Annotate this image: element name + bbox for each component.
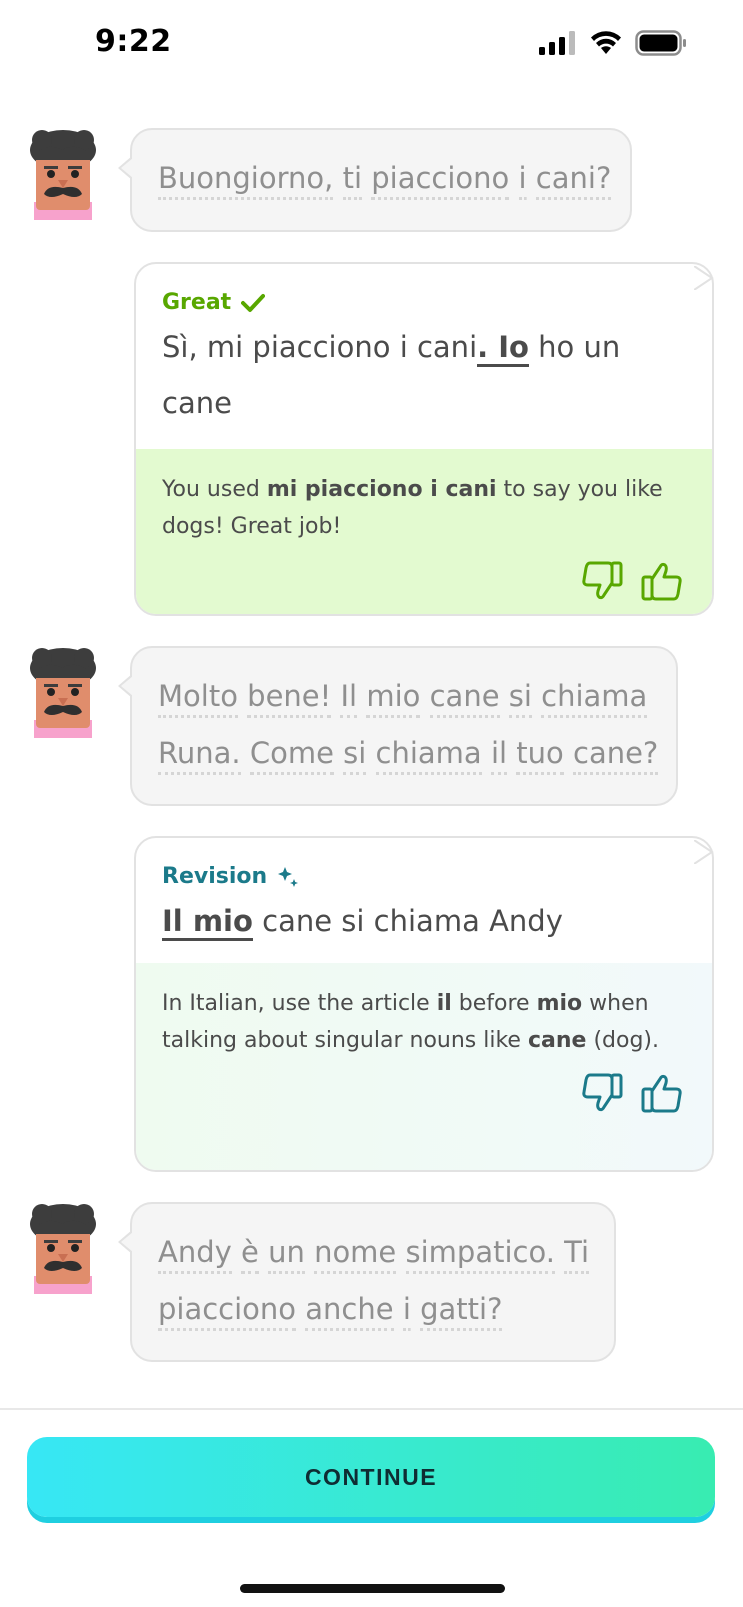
corrected-word: Il mio [162, 904, 253, 941]
avatar [28, 646, 98, 738]
rating-buttons [162, 557, 686, 605]
feedback-highlight: il [436, 991, 452, 1016]
battery-icon [635, 30, 686, 56]
user-message: Sì, mi piacciono i cani. Io ho un cane [162, 319, 686, 431]
hint-word[interactable]: chiama [375, 736, 482, 775]
character-speech-bubble: Molto bene! Il mio cane si chiama Runa. … [118, 646, 678, 806]
user-message-part: Sì, mi piacciono i cani [162, 330, 478, 364]
avatar-oscar-icon [30, 648, 96, 738]
avatar [28, 1202, 98, 1294]
hint-word[interactable]: mio [366, 679, 421, 718]
feedback-text: You used mi piacciono i cani to say you … [162, 471, 686, 545]
hint-word[interactable]: si [343, 736, 367, 775]
hint-word[interactable]: Ti [564, 1235, 590, 1274]
hint-word[interactable]: Come [249, 736, 334, 775]
message-line: Runa. Come si chiama il tuo cane? [158, 725, 659, 782]
hint-word[interactable]: chiama [541, 679, 648, 718]
character-message: Andy è un nome simpatico. Ti piacciono a… [158, 1224, 590, 1338]
response-card-revision: Revision Il mio cane si chiama Andy In I… [134, 836, 714, 1172]
card-tail [694, 266, 714, 290]
status-text: Revision [162, 864, 268, 889]
feedback-highlight: cane [527, 1028, 587, 1053]
user-message-part: cane si chiama Andy [252, 904, 563, 938]
hint-word[interactable]: Runa. [158, 736, 241, 775]
feedback-part: before [451, 991, 537, 1016]
hint-word[interactable]: tuo [516, 736, 564, 775]
hint-word[interactable]: i [402, 1292, 411, 1331]
feedback-part: (dog). [586, 1028, 659, 1053]
card-tail [694, 840, 714, 864]
user-message: Il mio cane si chiama Andy [162, 893, 686, 949]
hint-word[interactable]: si [508, 679, 532, 718]
sparkle-icon [278, 866, 299, 887]
hint-word[interactable]: il [490, 736, 508, 775]
hint-word[interactable]: un [268, 1235, 305, 1274]
continue-button[interactable]: CONTINUE [27, 1437, 715, 1517]
character-speech-bubble: Andy è un nome simpatico. Ti piacciono a… [118, 1202, 616, 1362]
hint-word[interactable]: piacciono [371, 161, 510, 200]
thumbs-down-icon[interactable] [578, 557, 626, 605]
checkmark-icon [241, 293, 266, 312]
hint-word[interactable]: i [518, 161, 527, 200]
hint-word[interactable]: Buongiorno, [158, 161, 334, 200]
response-header: Great Sì, mi piacciono i cani. Io ho un … [136, 264, 712, 449]
hint-word[interactable]: cani? [535, 161, 612, 200]
hint-word[interactable]: Il [340, 679, 358, 718]
hint-word[interactable]: ti [342, 161, 363, 200]
feedback-highlight: mio [536, 991, 583, 1016]
feedback-panel: You used mi piacciono i cani to say you … [136, 449, 712, 614]
hint-word[interactable]: cane? [573, 736, 659, 775]
feedback-part: In Italian, use the article [162, 991, 437, 1016]
feedback-part: You used [162, 477, 267, 502]
hint-word[interactable]: nome [314, 1235, 397, 1274]
character-speech-bubble: Buongiorno, ti piacciono i cani? [118, 128, 632, 232]
corrected-word: . Io [477, 330, 529, 367]
status-text: Great [162, 290, 232, 315]
hint-word[interactable]: gatti? [420, 1292, 503, 1331]
hint-word[interactable]: cane [429, 679, 500, 718]
character-message: Molto bene! Il mio cane si chiama Runa. … [158, 668, 659, 782]
response-card-great: Great Sì, mi piacciono i cani. Io ho un … [134, 262, 714, 616]
status-label: Revision [162, 864, 686, 889]
feedback-panel: In Italian, use the article il before mi… [136, 963, 712, 1170]
character-message: Buongiorno, ti piacciono i cani? [158, 150, 612, 207]
thumbs-up-icon[interactable] [638, 1069, 686, 1117]
status-time: 9:22 [95, 24, 172, 59]
message-line: Molto bene! Il mio cane si chiama [158, 668, 658, 725]
home-indicator[interactable] [240, 1584, 505, 1593]
message-line: piacciono anche i gatti? [158, 1281, 589, 1338]
avatar-oscar-icon [30, 1204, 96, 1294]
status-label: Great [162, 290, 686, 315]
footer-divider [0, 1408, 743, 1410]
cellular-signal-icon [539, 31, 575, 55]
status-bar: 9:22 [0, 0, 743, 90]
status-icons [539, 28, 687, 58]
thumbs-up-icon[interactable] [638, 557, 686, 605]
message-line: Andy è un nome simpatico. Ti [158, 1224, 590, 1281]
avatar [28, 128, 98, 220]
thumbs-down-icon[interactable] [578, 1069, 626, 1117]
rating-buttons [162, 1069, 686, 1117]
wifi-icon [591, 31, 621, 54]
feedback-text: In Italian, use the article il before mi… [162, 985, 686, 1059]
hint-word[interactable]: bene! [247, 679, 332, 718]
hint-word[interactable]: simpatico. [405, 1235, 555, 1274]
feedback-highlight: mi piacciono i cani [266, 477, 497, 502]
continue-button-label: CONTINUE [304, 1463, 438, 1490]
hint-word[interactable]: Andy [158, 1235, 232, 1274]
hint-word[interactable]: è [241, 1235, 259, 1274]
avatar-oscar-icon [30, 130, 96, 220]
hint-word[interactable]: piacciono [158, 1292, 297, 1331]
hint-word[interactable]: anche [305, 1292, 394, 1331]
hint-word[interactable]: Molto [158, 679, 238, 718]
response-header: Revision Il mio cane si chiama Andy [136, 838, 712, 963]
